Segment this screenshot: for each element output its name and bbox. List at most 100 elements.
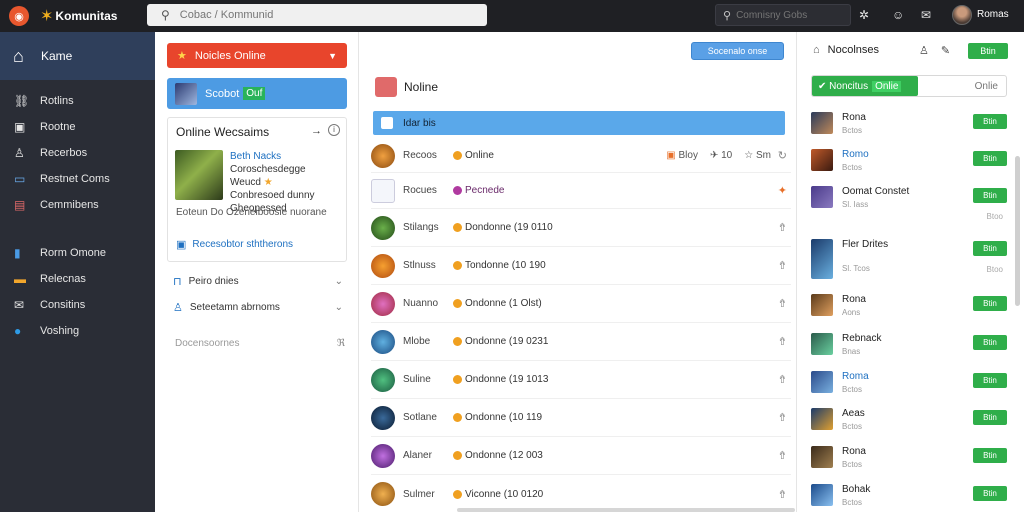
row-label: Peiro dnies	[188, 276, 239, 287]
top-action-button[interactable]: Socenalo onse	[691, 42, 784, 60]
avatar	[371, 178, 395, 203]
nav-item[interactable]: ● Voshing	[0, 318, 155, 344]
nav-item[interactable]: ✉ Consitins	[0, 292, 155, 318]
join-button[interactable]: Btin	[973, 448, 1007, 463]
pin-icon[interactable]: ⇮	[778, 449, 787, 462]
join-button[interactable]: Btin	[973, 151, 1007, 166]
list-item[interactable]: Oomat Constet Sl. Iass Btin Btoo	[811, 186, 1007, 221]
list-item[interactable]: Recoos Online ▣ Bloy ✈ 10 ☆ Sm ↻	[371, 139, 791, 173]
toggle-on[interactable]: ✔ Noncitus Onlie	[812, 76, 918, 96]
avatar	[811, 186, 833, 208]
item-sub: Sl. Iass	[842, 200, 869, 209]
avatar	[811, 294, 833, 316]
pin-icon[interactable]: ⇮	[778, 488, 787, 501]
profile-card[interactable]: Scobot Ouf	[167, 78, 347, 109]
item-status: Viconne (10 0120	[465, 488, 544, 500]
avatar	[371, 253, 395, 278]
nav-item[interactable]: ▣ Rootne	[0, 114, 155, 140]
avatar	[811, 112, 833, 134]
search-bar[interactable]: ⚲	[147, 4, 487, 26]
horizontal-scrollbar[interactable]	[457, 508, 795, 512]
nav-item[interactable]: ⛓ Rotlins	[0, 88, 155, 114]
avatar[interactable]	[952, 5, 972, 25]
list-item[interactable]: Fler Drites Sl. Tcos Btin Btoo	[811, 239, 1007, 281]
info-icon[interactable]: i	[328, 124, 340, 136]
join-button[interactable]: Btin	[973, 486, 1007, 501]
list-item[interactable]: Rona Aons Btin	[811, 294, 1007, 317]
refresh-icon[interactable]: ↻	[778, 149, 787, 162]
edit-icon[interactable]: ✎	[941, 44, 950, 57]
detail-line: Weucd	[230, 177, 261, 188]
item-sub: Sl. Tcos	[842, 264, 870, 273]
list-item[interactable]: Stilangs Dondonne (19 0110 ⇮	[371, 209, 791, 247]
user-icon[interactable]: ♙	[919, 44, 929, 57]
join-button[interactable]: Btin	[973, 188, 1007, 203]
game-thumbnail[interactable]	[175, 150, 223, 200]
widget-link[interactable]: ▣ Recesobtor sththerons	[176, 238, 293, 251]
list-item[interactable]: Stlnuss Tondonne (10 190 ⇮	[371, 247, 791, 285]
list-item[interactable]: Rona Bctos Btin	[811, 112, 1007, 135]
pin-icon[interactable]: ⇮	[778, 411, 787, 424]
mail-icon[interactable]: ✉	[921, 8, 931, 22]
notices-online-button[interactable]: ★ Noicles Online ▼	[167, 43, 347, 68]
nav-item[interactable]: ▭ Restnet Coms	[0, 166, 155, 192]
chat-icon[interactable]: ☺	[892, 8, 904, 22]
join-button[interactable]: Btin	[973, 296, 1007, 311]
item-sub: Bctos	[842, 460, 863, 469]
join-button[interactable]: Btin	[968, 43, 1008, 59]
collapsible-row[interactable]: ♙ Seteetamn abrnoms ⌄	[173, 301, 343, 314]
join-button[interactable]: Btin	[973, 114, 1007, 129]
join-button[interactable]: Btin	[973, 335, 1007, 350]
selected-row[interactable]: Idar bis	[373, 111, 785, 135]
row-label: Seteetamn abrnoms	[189, 302, 280, 313]
list-item[interactable]: Rocues Pecnede ✦	[371, 173, 791, 209]
list-item[interactable]: Sulmer Viconne (10 0120 ⇮	[371, 475, 791, 512]
secondary-search-bar[interactable]: ⚲	[715, 4, 851, 26]
pin-icon[interactable]: ⇮	[778, 259, 787, 272]
list-item[interactable]: Aeas Bctos Btin	[811, 408, 1007, 431]
check-icon: ✔	[818, 80, 827, 92]
list-item[interactable]: Suline Ondonne (19 1013 ⇮	[371, 361, 791, 399]
arrow-right-icon[interactable]: →	[311, 125, 322, 137]
nav-item-home[interactable]: ⌂ Kame	[0, 32, 155, 80]
avatar	[811, 333, 833, 355]
vertical-scrollbar[interactable]	[1015, 156, 1020, 306]
pin-icon[interactable]: ⇮	[778, 297, 787, 310]
list-item[interactable]: Rona Bctos Btin	[811, 446, 1007, 469]
list-item[interactable]: Alaner Ondonne (12 003 ⇮	[371, 437, 791, 475]
flame-icon[interactable]: ✦	[778, 184, 787, 197]
app-logo-icon[interactable]: ◉	[9, 6, 29, 26]
list-item[interactable]: Bohak Bctos Btin	[811, 484, 1007, 507]
nav-item[interactable]: ▮ Rorm Omone	[0, 240, 155, 266]
detail-line[interactable]: Beth Nacks	[230, 150, 342, 163]
muted-row[interactable]: Docensoornes ℜ	[175, 338, 345, 349]
avatar	[371, 215, 395, 240]
nav-item[interactable]: ▬ Relecnas	[0, 266, 155, 292]
item-sub: Bctos	[842, 126, 863, 135]
list-item[interactable]: Roma Bctos Btin	[811, 371, 1007, 394]
status-toggle[interactable]: ✔ Noncitus Onlie Onlie	[811, 75, 1007, 97]
item-sub: Bnas	[842, 347, 861, 356]
search-input[interactable]	[179, 9, 460, 21]
user-name[interactable]: Romas	[977, 9, 1009, 20]
join-button[interactable]: Btin	[973, 373, 1007, 388]
widget-description: Eoteun Do Ozeneiboosie nuorane	[176, 207, 327, 218]
list-item[interactable]: Rebnack Bnas Btin	[811, 333, 1007, 356]
list-item[interactable]: Mlobe Ondonne (19 0231 ⇮	[371, 323, 791, 361]
list-item[interactable]: Nuanno Ondonne (1 Olst) ⇮	[371, 285, 791, 323]
nav-item[interactable]: ▤ Cemmibens	[0, 192, 155, 218]
toggle-off[interactable]: Onlie	[975, 81, 998, 92]
list-item[interactable]: Romo Bctos Btin	[811, 149, 1007, 172]
item-meta: ▣ Bloy ✈ 10 ☆ Sm	[666, 150, 771, 161]
secondary-search-input[interactable]	[736, 9, 847, 21]
nav-item[interactable]: ♙ Recerbos	[0, 140, 155, 166]
join-button[interactable]: Btin	[973, 410, 1007, 425]
pin-icon[interactable]: ⇮	[778, 373, 787, 386]
list-item[interactable]: Sotlane Ondonne (10 119 ⇮	[371, 399, 791, 437]
collapsible-row[interactable]: ⊓ Peiro dnies ⌄	[173, 275, 343, 288]
pin-icon[interactable]: ⇮	[778, 335, 787, 348]
pin-icon[interactable]: ⇮	[778, 221, 787, 234]
star-icon: ★	[263, 177, 273, 188]
settings-icon[interactable]: ✲	[859, 8, 869, 22]
join-button[interactable]: Btin	[973, 241, 1007, 256]
